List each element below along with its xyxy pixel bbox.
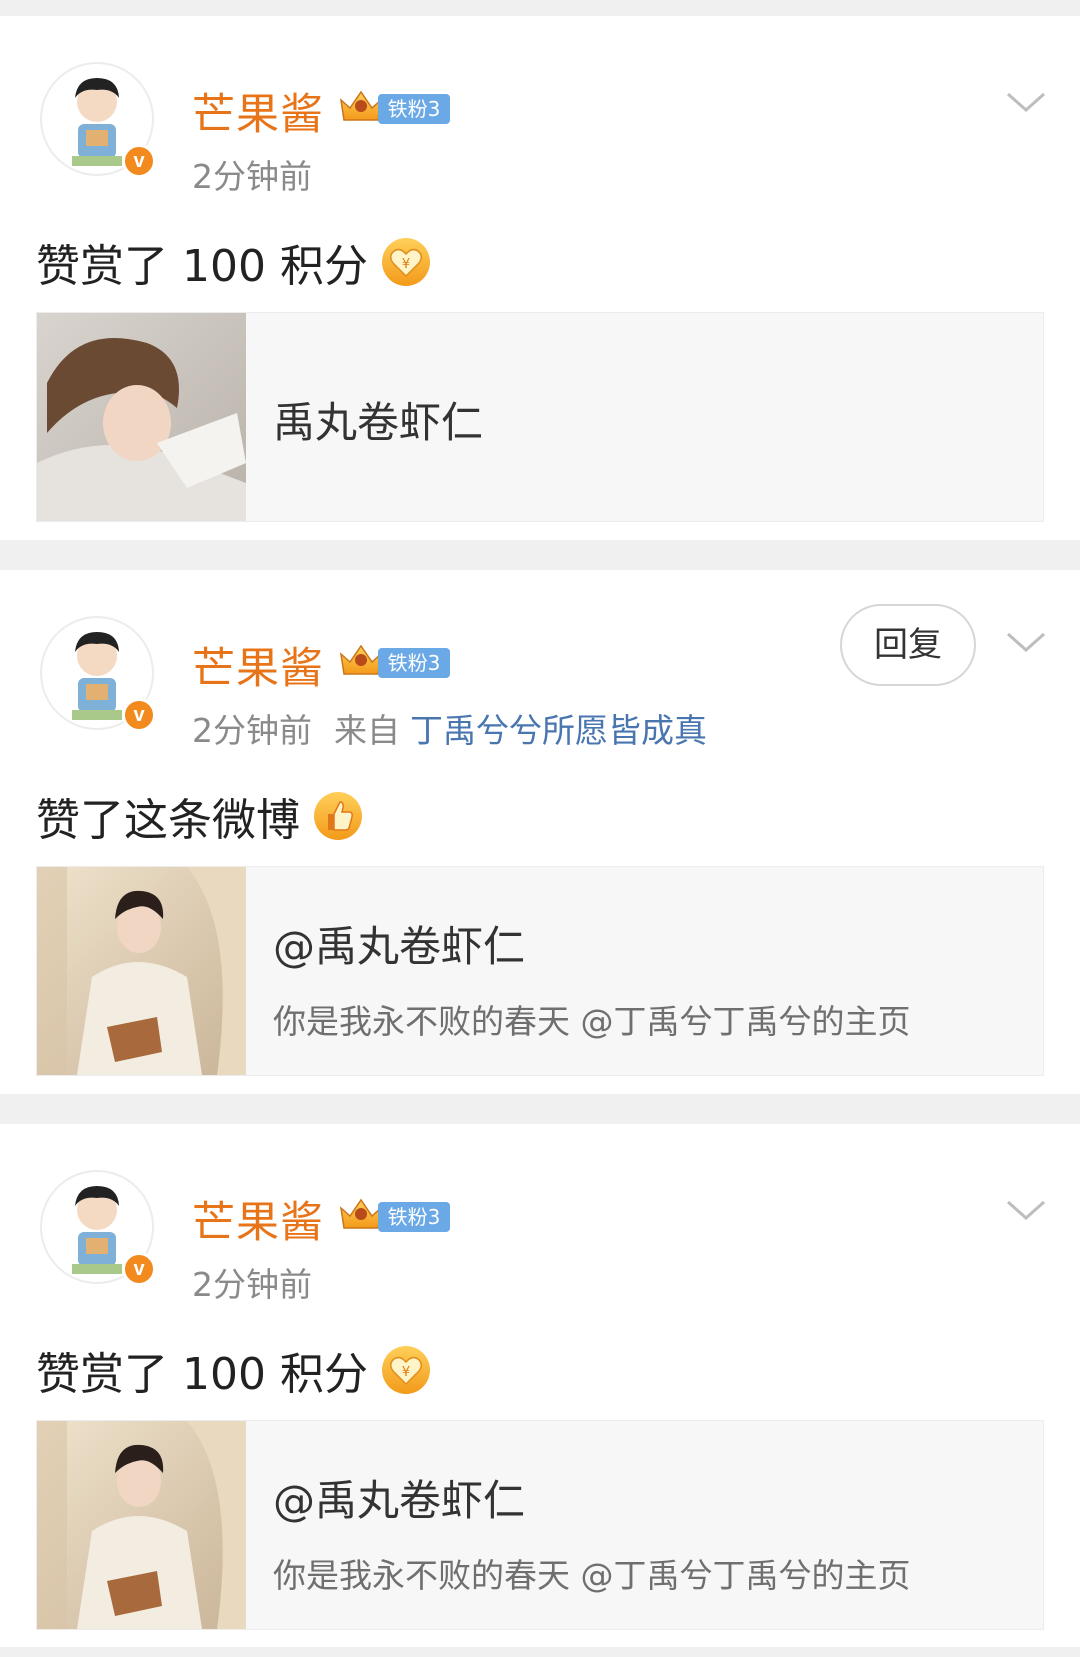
post-thumbnail-image[interactable]	[37, 1421, 246, 1629]
action-text: 赞赏了 100 积分 ¥	[36, 1338, 432, 1402]
referenced-subtitle: 你是我永不败的春天 @丁禹兮丁禹兮的主页	[273, 1556, 911, 1595]
avatar[interactable]: v	[40, 616, 156, 732]
referenced-subtitle: 你是我永不败的春天 @丁禹兮丁禹兮的主页	[273, 1002, 911, 1041]
fan-badge-label: 铁粉3	[378, 1202, 450, 1232]
feed-card-1[interactable]: v 芒果酱 铁粉3 2分钟前 赞赏了 100 积分 ¥ 禹丸卷虾仁	[0, 16, 1080, 540]
post-thumbnail-image[interactable]	[37, 313, 246, 521]
username[interactable]: 芒果酱	[192, 80, 324, 142]
action-text: 赞了这条微博	[36, 784, 364, 848]
fan-level-badge: 铁粉3	[338, 1194, 450, 1234]
source-label: 来自	[334, 711, 400, 750]
action-label: 赞赏了 100 积分	[36, 1349, 368, 1400]
svg-text:¥: ¥	[402, 257, 410, 272]
referenced-post[interactable]: @禹丸卷虾仁 你是我永不败的春天 @丁禹兮丁禹兮的主页	[36, 1420, 1044, 1630]
post-meta: 2分钟前 来自 丁禹兮兮所愿皆成真	[192, 704, 707, 752]
fan-badge-label: 铁粉3	[378, 648, 450, 678]
action-label: 赞赏了 100 积分	[36, 241, 368, 292]
chevron-down-icon[interactable]	[1004, 88, 1048, 116]
chevron-down-icon[interactable]	[1004, 1196, 1048, 1224]
thumbs-up-icon	[314, 792, 362, 840]
heart-coin-icon: ¥	[381, 1346, 430, 1394]
heart-coin-icon: ¥	[381, 238, 430, 286]
post-time: 2分钟前	[192, 157, 312, 196]
svg-text:¥: ¥	[402, 1365, 410, 1380]
verified-v-icon: v	[122, 144, 156, 178]
reply-button[interactable]: 回复	[840, 604, 976, 686]
verified-v-icon: v	[122, 698, 156, 732]
avatar[interactable]: v	[40, 62, 156, 178]
action-label: 赞了这条微博	[36, 795, 300, 846]
action-text: 赞赏了 100 积分 ¥	[36, 230, 432, 294]
post-time: 2分钟前	[192, 1265, 312, 1304]
referenced-title[interactable]: @禹丸卷虾仁	[273, 1467, 525, 1528]
referenced-post[interactable]: 禹丸卷虾仁	[36, 312, 1044, 522]
source-link[interactable]: 丁禹兮兮所愿皆成真	[410, 711, 707, 750]
fan-badge-label: 铁粉3	[378, 94, 450, 124]
username[interactable]: 芒果酱	[192, 1188, 324, 1250]
verified-v-icon: v	[122, 1252, 156, 1286]
avatar[interactable]: v	[40, 1170, 156, 1286]
referenced-post[interactable]: @禹丸卷虾仁 你是我永不败的春天 @丁禹兮丁禹兮的主页	[36, 866, 1044, 1076]
fan-level-badge: 铁粉3	[338, 640, 450, 680]
referenced-title[interactable]: @禹丸卷虾仁	[273, 913, 525, 974]
chevron-down-icon[interactable]	[1004, 628, 1048, 656]
fan-level-badge: 铁粉3	[338, 86, 450, 126]
post-meta: 2分钟前	[192, 150, 312, 198]
post-thumbnail-image[interactable]	[37, 867, 246, 1075]
feed-card-2[interactable]: v 芒果酱 铁粉3 2分钟前 来自 丁禹兮兮所愿皆成真 回复 赞了这条微博 @禹…	[0, 570, 1080, 1094]
referenced-title: 禹丸卷虾仁	[273, 398, 484, 447]
username[interactable]: 芒果酱	[192, 634, 324, 696]
feed-card-3[interactable]: v 芒果酱 铁粉3 2分钟前 赞赏了 100 积分 ¥ @禹丸卷虾仁 你是我永不…	[0, 1124, 1080, 1647]
post-meta: 2分钟前	[192, 1258, 312, 1306]
post-time: 2分钟前	[192, 711, 312, 750]
